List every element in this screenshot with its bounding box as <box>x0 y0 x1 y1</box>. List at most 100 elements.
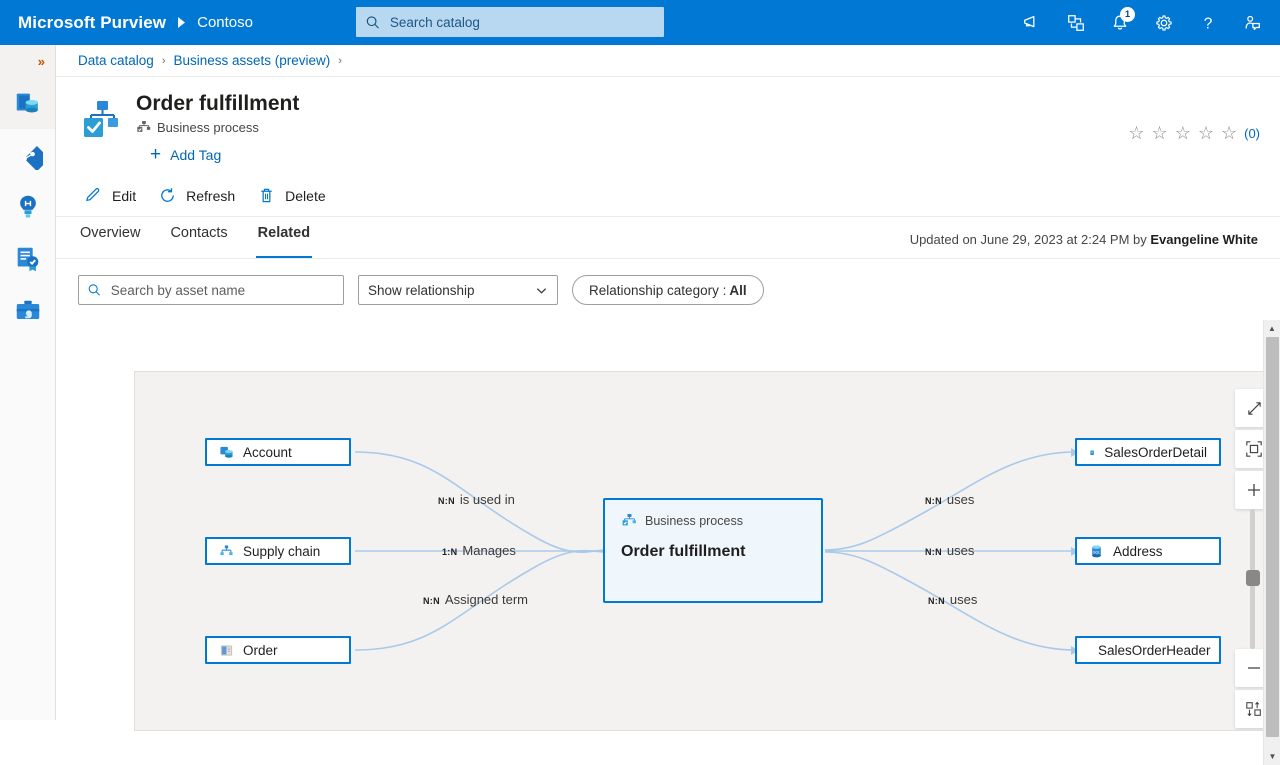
sql-database-icon: SQL <box>1089 445 1095 460</box>
notification-bell-icon[interactable]: 1 <box>1098 0 1142 45</box>
plus-icon <box>1245 481 1263 499</box>
edge-cardinality: 1:N <box>442 547 457 557</box>
fit-screen-icon <box>1245 440 1263 458</box>
breadcrumb-separator-icon-2: › <box>338 55 342 67</box>
scroll-down-arrow-icon[interactable]: ▼ <box>1264 748 1280 765</box>
settings-gear-icon[interactable] <box>1142 0 1186 45</box>
announcement-icon[interactable] <box>1010 0 1054 45</box>
sidebar-item-insights[interactable] <box>0 181 55 233</box>
svg-text:SQL: SQL <box>1093 550 1100 554</box>
scrollbar-thumb[interactable] <box>1266 337 1279 737</box>
sql-database-icon: SQL <box>1089 544 1104 559</box>
page-title: Order fulfillment <box>136 91 299 117</box>
suite-icon-group: 1 ? <box>1010 0 1274 45</box>
data-map-icon <box>13 140 43 170</box>
graph-node-salesorderdetail[interactable]: SQL SalesOrderDetail <box>1075 438 1221 466</box>
graph-node-center-order-fulfillment[interactable]: Business process Order fulfillment <box>603 498 823 603</box>
graph-node-account[interactable]: Account <box>205 438 351 466</box>
graph-node-label: Supply chain <box>243 544 320 559</box>
add-tag-button[interactable]: + Add Tag <box>150 147 221 163</box>
brand-title[interactable]: Microsoft Purview <box>18 13 166 33</box>
search-icon <box>366 15 380 30</box>
trash-icon <box>257 186 276 205</box>
tab-related[interactable]: Related <box>256 217 312 258</box>
edge-text: uses <box>947 543 974 558</box>
zoom-slider-thumb[interactable] <box>1246 570 1260 586</box>
edge-cardinality: N:N <box>438 496 455 506</box>
switch-tenant-icon[interactable] <box>1054 0 1098 45</box>
sidebar-item-management[interactable] <box>0 285 55 337</box>
relationship-graph-canvas[interactable]: Account Supply chain Order <box>134 371 1280 731</box>
sidebar-item-data-catalog[interactable] <box>0 77 55 129</box>
graph-node-label: Order <box>243 643 278 658</box>
management-toolbox-icon <box>13 296 43 326</box>
center-node-type-row: Business process <box>621 513 805 529</box>
minus-icon <box>1245 659 1263 677</box>
relationship-category-value: All <box>729 283 746 298</box>
edge-cardinality: N:N <box>925 496 942 506</box>
edge-label-assigned-term: N:N Assigned term <box>423 592 528 607</box>
breadcrumb-separator-icon: › <box>162 55 166 67</box>
relationship-category-filter[interactable]: Relationship category : All <box>572 275 764 305</box>
sidebar-item-data-map[interactable] <box>0 129 55 181</box>
search-input[interactable] <box>388 14 654 31</box>
sidebar-item-data-policy[interactable] <box>0 233 55 285</box>
tab-contacts[interactable]: Contacts <box>168 217 229 258</box>
feedback-icon[interactable] <box>1230 0 1274 45</box>
left-nav-rail: » <box>0 45 56 720</box>
rating-star-4[interactable]: ☆ <box>1198 124 1214 142</box>
tab-overview[interactable]: Overview <box>78 217 142 258</box>
edge-label-uses-1: N:N uses <box>925 492 974 507</box>
show-relationship-label: Show relationship <box>368 283 475 298</box>
edit-button[interactable]: Edit <box>78 180 148 211</box>
page-scrollbar[interactable]: ▲ ▼ <box>1263 320 1280 765</box>
database-icon <box>219 445 234 460</box>
delete-button[interactable]: Delete <box>251 180 337 211</box>
rating-star-1[interactable]: ☆ <box>1128 124 1144 142</box>
refresh-icon <box>158 186 177 205</box>
relationship-category-label: Relationship category : <box>589 283 726 298</box>
main-content: Data catalog › Business assets (preview)… <box>56 45 1280 720</box>
edge-text: Manages <box>462 543 515 558</box>
graph-node-supply-chain[interactable]: Supply chain <box>205 537 351 565</box>
graph-node-salesorderheader[interactable]: SQL SalesOrderHeader <box>1075 636 1221 664</box>
asset-search-box[interactable] <box>78 275 344 305</box>
edge-text: Assigned term <box>445 592 528 607</box>
asset-search-input[interactable] <box>109 282 334 299</box>
swap-vertical-icon <box>1245 700 1263 718</box>
edge-text: uses <box>950 592 977 607</box>
notification-badge: 1 <box>1120 7 1135 22</box>
delete-label: Delete <box>285 188 325 204</box>
help-icon[interactable]: ? <box>1186 0 1230 45</box>
edge-label-uses-2: N:N uses <box>925 543 974 558</box>
graph-node-label: Account <box>243 445 292 460</box>
edge-cardinality: N:N <box>423 596 440 606</box>
breadcrumb-item-business-assets[interactable]: Business assets (preview) <box>173 53 330 68</box>
tab-strip: Overview Contacts Related Updated on Jun… <box>56 217 1280 259</box>
rail-expand-toggle[interactable]: » <box>0 45 55 77</box>
show-relationship-dropdown[interactable]: Show relationship <box>358 275 558 305</box>
business-process-icon <box>621 513 637 529</box>
graph-node-address[interactable]: SQL Address <box>1075 537 1221 565</box>
graph-node-label: Address <box>1113 544 1163 559</box>
rating-star-2[interactable]: ☆ <box>1152 124 1168 142</box>
rating-star-5[interactable]: ☆ <box>1221 124 1237 142</box>
asset-type-label: Business process <box>157 120 259 135</box>
brand-separator-icon <box>177 17 186 28</box>
suite-bar: Microsoft Purview Contoso 1 ? <box>0 0 1280 45</box>
catalog-search-box[interactable] <box>356 7 664 37</box>
scroll-up-arrow-icon[interactable]: ▲ <box>1264 320 1280 337</box>
center-node-type-label: Business process <box>645 514 743 528</box>
breadcrumb-item-data-catalog[interactable]: Data catalog <box>78 53 154 68</box>
rating-star-3[interactable]: ☆ <box>1175 124 1191 142</box>
search-icon <box>88 283 101 297</box>
refresh-button[interactable]: Refresh <box>152 180 247 211</box>
tenant-name[interactable]: Contoso <box>197 14 253 31</box>
insights-lightbulb-icon <box>13 192 43 222</box>
asset-header: Order fulfillment Business process + Add… <box>56 77 1280 163</box>
edge-label-is-used-in: N:N is used in <box>438 492 515 507</box>
diagonal-arrows-icon <box>1246 400 1263 417</box>
edge-label-manages: 1:N Manages <box>442 543 516 558</box>
rating-control: ☆ ☆ ☆ ☆ ☆ (0) <box>1128 124 1260 142</box>
graph-node-order[interactable]: Order <box>205 636 351 664</box>
